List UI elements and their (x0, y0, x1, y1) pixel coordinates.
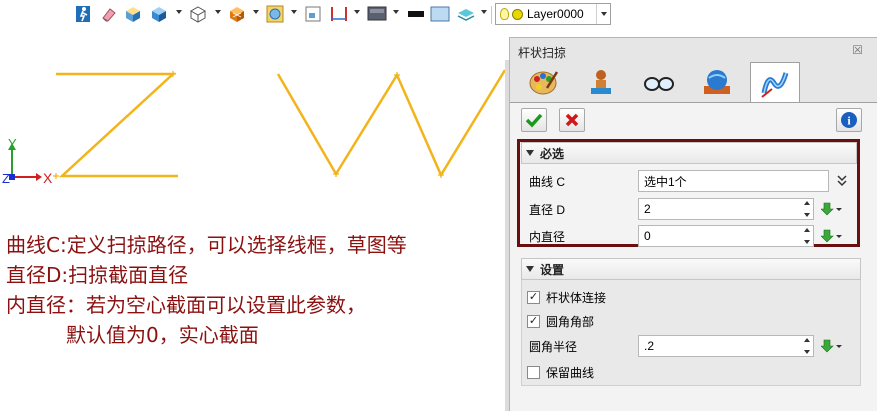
collapse-triangle-icon (526, 150, 534, 156)
layer-dropdown-button[interactable] (596, 4, 610, 24)
rod-connect-label: 杆状体连接 (546, 290, 607, 305)
close-icon[interactable]: ☒ (852, 43, 863, 57)
sweep-tab-icon[interactable] (750, 62, 800, 103)
corner-radius-field[interactable]: .2 (638, 335, 814, 357)
diameter-d-field[interactable]: 2 (638, 198, 814, 220)
required-section-header[interactable]: 必选 (521, 142, 857, 164)
wireframe-cube-icon[interactable] (189, 4, 207, 24)
curve-c-label: 曲线 C (529, 174, 566, 189)
curve-c-field[interactable]: 选中1个 (638, 170, 829, 192)
collapse-triangle-icon (526, 266, 534, 272)
blue-cube-icon[interactable] (150, 4, 168, 24)
cancel-button[interactable] (559, 108, 585, 132)
display-dropdown-icon[interactable] (393, 10, 399, 14)
z-axis-label: Z (2, 171, 10, 186)
rod-connect-option[interactable]: ✓ 杆状体连接 (527, 287, 606, 307)
ok-button[interactable] (521, 108, 547, 132)
globe-tab-icon[interactable] (692, 62, 742, 102)
keep-curve-option[interactable]: 保留曲线 (527, 362, 594, 382)
wireframe-dropdown-icon[interactable] (215, 10, 221, 14)
palette-tab-icon[interactable] (518, 62, 568, 102)
corner-radius-options[interactable] (821, 337, 851, 355)
diameter-d-value: 2 (644, 202, 651, 216)
dimension-icon[interactable] (330, 4, 348, 24)
note-default-value: 默认值为0，实心截面 (66, 323, 259, 347)
curve-endpoint-markers (53, 71, 444, 179)
face-color-icon[interactable] (430, 4, 450, 24)
round-corner-option[interactable]: ✓ 圆角角部 (527, 311, 594, 331)
inner-diameter-spinner[interactable] (803, 228, 811, 244)
round-corner-label: 圆角角部 (546, 314, 595, 329)
note-diameter-d: 直径D:扫掠截面直径 (6, 263, 189, 287)
round-corner-checkbox[interactable]: ✓ (527, 314, 540, 328)
x-axis-label: X (43, 170, 53, 186)
keep-curve-checkbox[interactable] (527, 365, 540, 379)
blue-cube-dropdown-icon[interactable] (176, 10, 182, 14)
panel-tabs (516, 62, 872, 103)
style-dropdown-icon[interactable] (481, 10, 487, 14)
inner-diameter-options[interactable] (821, 227, 851, 245)
panel-title: 杆状扫掠 (518, 46, 567, 60)
note-curve-c: 曲线C:定义扫掠路径，可以选择线框，草图等 (6, 233, 407, 257)
info-button[interactable]: i (836, 108, 862, 132)
dimension-dropdown-icon[interactable] (354, 10, 360, 14)
corner-radius-spinner[interactable] (803, 338, 811, 354)
corner-radius-value: .2 (644, 339, 655, 353)
inner-diameter-label: 内直径 (529, 229, 566, 244)
inner-diameter-field[interactable]: 0 (638, 225, 814, 247)
layer-color-dot (512, 8, 523, 20)
view-box-icon[interactable] (304, 4, 322, 24)
layer-selector[interactable]: Layer0000 (495, 3, 611, 25)
diameter-d-options[interactable] (821, 200, 851, 218)
orange-cube-icon[interactable] (228, 4, 246, 24)
y-axis-label: Y (8, 136, 17, 151)
corner-radius-label: 圆角半径 (529, 339, 578, 354)
required-header-label: 必选 (540, 146, 565, 161)
w-curve[interactable] (276, 69, 505, 178)
inner-diameter-value: 0 (644, 229, 651, 243)
settings-section-header[interactable]: 设置 (521, 258, 861, 280)
eraser-icon[interactable] (100, 4, 118, 24)
shaded-cube-icon[interactable] (124, 4, 142, 24)
rod-connect-checkbox[interactable]: ✓ (527, 290, 540, 304)
z-curve[interactable] (56, 72, 178, 178)
zoom-dropdown-icon[interactable] (291, 10, 297, 14)
note-inner-diameter: 内直径：若为空心截面可以设置此参数， (6, 293, 366, 317)
double-chevron-down-icon[interactable] (836, 172, 866, 190)
toolbar: Layer0000 (0, 0, 877, 28)
line-color-icon[interactable] (406, 4, 426, 24)
display-mode-icon[interactable] (367, 4, 387, 24)
drawing-canvas[interactable]: Y X Z (0, 30, 505, 200)
zoom-fit-icon[interactable] (266, 4, 284, 24)
toolbar-separator (491, 6, 492, 24)
layer-name: Layer0000 (527, 7, 584, 21)
settings-header-label: 设置 (540, 262, 565, 277)
exit-icon[interactable] (74, 4, 92, 24)
style-icon[interactable] (456, 4, 476, 24)
glasses-tab-icon[interactable] (634, 62, 684, 102)
chevron-down-icon (600, 12, 607, 16)
lightbulb-icon[interactable] (500, 8, 509, 20)
diameter-d-spinner[interactable] (803, 201, 811, 217)
curve-c-value: 选中1个 (644, 174, 687, 189)
orange-cube-dropdown-icon[interactable] (253, 10, 259, 14)
stamp-tab-icon[interactable] (576, 62, 626, 102)
diameter-d-label: 直径 D (529, 202, 566, 217)
keep-curve-label: 保留曲线 (546, 365, 595, 380)
